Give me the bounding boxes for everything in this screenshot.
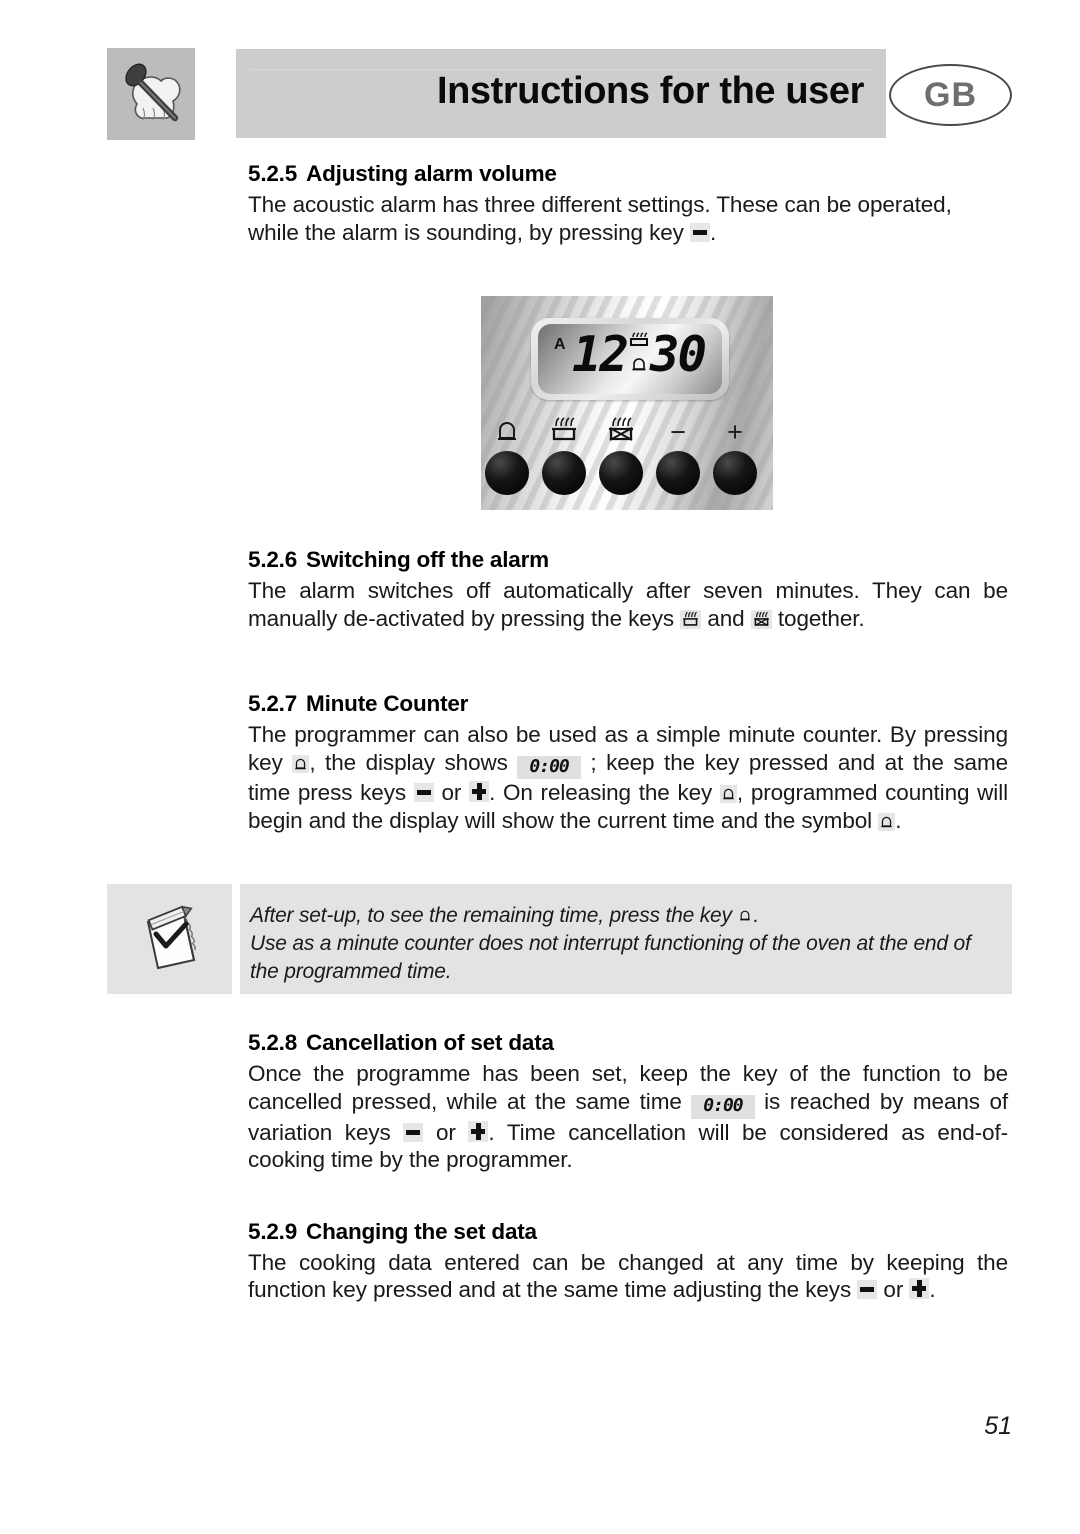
- plus-icon: [909, 1278, 930, 1300]
- section-title: Minute Counter: [306, 691, 469, 716]
- figure-spacer: [248, 246, 1008, 546]
- badge-label: GB: [924, 75, 977, 114]
- body-text: .: [895, 807, 902, 833]
- minus-icon: [413, 783, 434, 803]
- section-body-5-2-7: The programmer can also be used as a sim…: [248, 721, 1008, 834]
- section-number: 5.2.8: [248, 1030, 298, 1056]
- body-text: or: [433, 780, 470, 806]
- section-heading-5-2-8: 5.2.8 Cancellation of set data: [248, 1029, 1008, 1057]
- section-title: Switching off the alarm: [306, 547, 549, 572]
- plus-icon: [469, 781, 490, 803]
- section-heading-5-2-9: 5.2.9 Changing the set data: [248, 1218, 1008, 1246]
- section-title: Changing the set data: [306, 1218, 537, 1244]
- section-body-5-2-8: Once the programme has been set, keep th…: [248, 1060, 1008, 1173]
- section-heading-5-2-7: 5.2.7 Minute Counter: [248, 690, 1008, 718]
- body-text: The alarm switches off automatically aft…: [248, 578, 1008, 631]
- body-text: .: [709, 219, 717, 245]
- page-number: 51: [984, 1412, 1012, 1440]
- section-number: 5.2.9: [248, 1218, 298, 1244]
- cooking-end-icon: [750, 609, 772, 629]
- lcd-zero-value: 0:00: [517, 755, 581, 780]
- minus-icon: [857, 1280, 878, 1300]
- note-text: .: [753, 904, 760, 927]
- minus-icon: [689, 222, 710, 242]
- page-content: 5.2.5 Adjusting alarm volume The acoustic…: [248, 160, 1008, 1304]
- bell-icon: [719, 785, 737, 804]
- bell-icon: [292, 754, 310, 773]
- note-line-1: After set-up, to see the remaining time,…: [250, 902, 996, 930]
- section-body-5-2-5: The acoustic alarm has three different s…: [248, 191, 1008, 246]
- lcd-zero-value: 0:00: [691, 1094, 755, 1119]
- minus-icon: [403, 1122, 424, 1142]
- section-title: Cancellation of set data: [306, 1030, 554, 1056]
- note-text-container: After set-up, to see the remaining time,…: [240, 884, 1012, 994]
- section-body-5-2-6: The alarm switches off automatically aft…: [248, 577, 1008, 632]
- page-header: Instructions for the user GB: [107, 48, 1012, 140]
- bell-icon: [878, 812, 896, 831]
- body-text: .: [929, 1277, 936, 1303]
- note-icon-container: [107, 884, 232, 994]
- spoon-and-chef-hat-icon: [107, 48, 195, 140]
- body-text: . On releasing the key: [489, 780, 720, 806]
- section-number: 5.2.6: [248, 547, 298, 572]
- section-number: 5.2.5: [248, 161, 298, 186]
- section-heading-5-2-6: 5.2.6 Switching off the alarm: [248, 546, 1008, 574]
- note-callout: After set-up, to see the remaining time,…: [107, 884, 1012, 994]
- header-title-bar: Instructions for the user: [236, 49, 886, 138]
- body-text: or: [423, 1119, 469, 1145]
- body-text: together.: [771, 605, 865, 631]
- notepad-checkmark-icon: [146, 905, 196, 970]
- page-title: Instructions for the user: [436, 70, 864, 112]
- body-text: and: [701, 605, 751, 631]
- body-text: , the display shows: [309, 749, 518, 775]
- body-text: or: [877, 1277, 910, 1303]
- body-text: The acoustic alarm has three different s…: [248, 192, 952, 245]
- note-text: After set-up, to see the remaining time,…: [250, 904, 738, 927]
- section-heading-5-2-5: 5.2.5 Adjusting alarm volume: [248, 160, 1008, 188]
- plus-icon: [468, 1120, 489, 1142]
- section-body-5-2-9: The cooking data entered can be changed …: [248, 1249, 1008, 1304]
- note-line-2: Use as a minute counter does not interru…: [250, 931, 971, 983]
- bell-icon: [737, 907, 753, 924]
- cooking-start-icon: [680, 609, 702, 629]
- language-badge: GB: [889, 64, 1012, 126]
- section-title: Adjusting alarm volume: [306, 161, 557, 186]
- section-number: 5.2.7: [248, 691, 298, 716]
